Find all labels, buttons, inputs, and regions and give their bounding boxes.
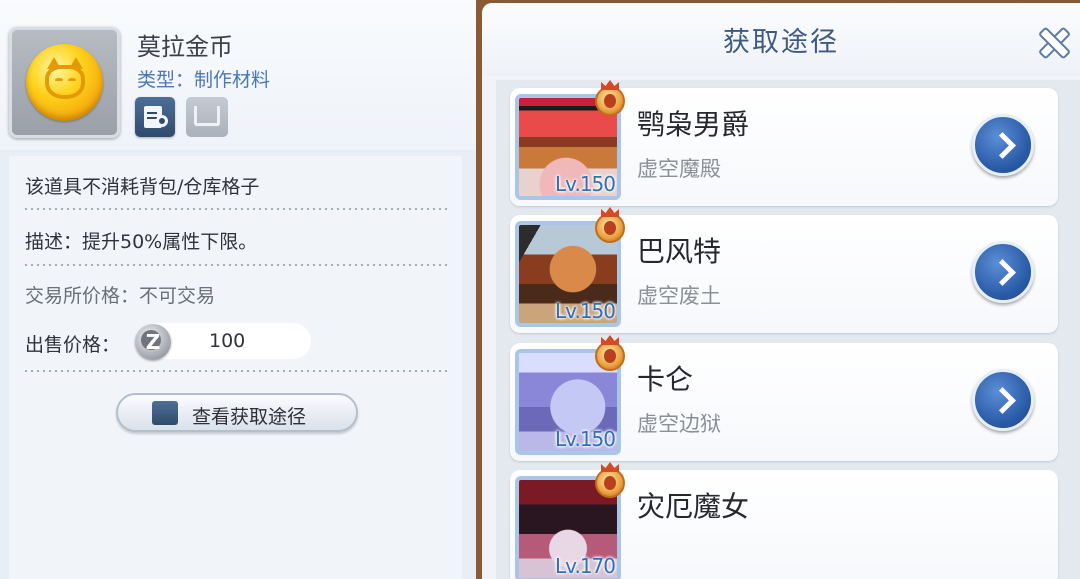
boss-name: 鹗枭男爵 bbox=[637, 108, 750, 141]
source-card: Lv.150 卡仑 虚空边狱 bbox=[510, 335, 1058, 461]
source-card: Lv.150 鹗枭男爵 虚空魔殿 bbox=[510, 80, 1058, 206]
boss-map: 虚空废土 bbox=[637, 284, 721, 308]
sell-price-value: 100 bbox=[209, 330, 246, 352]
divider bbox=[23, 370, 448, 372]
view-sources-button[interactable]: 查看获取途径 bbox=[116, 393, 358, 432]
boss-map: 虚空边狱 bbox=[637, 412, 721, 436]
bag-note: 该道具不消耗背包/仓库格子 bbox=[25, 176, 260, 198]
item-header: 莫拉金币 类型：制作材料 bbox=[0, 0, 476, 150]
level-label: Lv.150 bbox=[555, 427, 616, 451]
boss-name: 卡仑 bbox=[637, 363, 694, 396]
view-sources-label: 查看获取途径 bbox=[192, 406, 307, 428]
go-arrow-button[interactable] bbox=[972, 114, 1034, 176]
level-label: Lv.150 bbox=[555, 172, 616, 196]
boss-name: 灾厄魔女 bbox=[637, 490, 750, 523]
source-card: Lv.170 灾厄魔女 bbox=[510, 462, 1058, 579]
boss-name: 巴风特 bbox=[637, 235, 722, 268]
gold-coin-icon bbox=[26, 44, 103, 121]
item-description: 描述：提升50%属性下限。 bbox=[25, 231, 258, 253]
item-icon-frame bbox=[9, 27, 120, 138]
divider bbox=[23, 264, 448, 266]
item-info-icon[interactable] bbox=[135, 97, 175, 137]
go-arrow-button[interactable] bbox=[972, 241, 1034, 303]
dialog-title: 获取途径 bbox=[723, 27, 839, 58]
sell-price-label: 出售价格： bbox=[25, 334, 121, 356]
item-detail-panel: 莫拉金币 类型：制作材料 该道具不消耗背包/仓库格子 描述：提升50%属性下限。… bbox=[0, 0, 476, 579]
zeny-coin-icon: Z bbox=[135, 324, 171, 360]
boss-crown-badge bbox=[593, 207, 627, 247]
go-arrow-button[interactable] bbox=[972, 369, 1034, 431]
storage-tray-icon[interactable] bbox=[186, 97, 228, 137]
trade-status: 交易所价格：不可交易 bbox=[25, 285, 216, 307]
item-type: 类型：制作材料 bbox=[137, 69, 271, 91]
dialog-title-bar: 获取途径 bbox=[482, 3, 1080, 76]
boss-map: 虚空魔殿 bbox=[637, 157, 721, 181]
source-list[interactable]: Lv.150 鹗枭男爵 虚空魔殿 Lv.150 巴风特 虚空废土 Lv.150 bbox=[496, 80, 1080, 579]
level-label: Lv.170 bbox=[555, 554, 616, 578]
divider bbox=[23, 208, 448, 210]
item-info-icon bbox=[152, 401, 178, 425]
item-name: 莫拉金币 bbox=[137, 33, 233, 61]
cat-face-emblem bbox=[45, 57, 85, 99]
sources-dialog: 获取途径 Lv.150 鹗枭男爵 虚空魔殿 Lv.150 巴风特 虚空废土 Lv… bbox=[482, 3, 1080, 579]
boss-crown-badge bbox=[593, 462, 627, 502]
level-label: Lv.150 bbox=[555, 299, 616, 323]
source-card: Lv.150 巴风特 虚空废土 bbox=[510, 207, 1058, 333]
boss-crown-badge bbox=[593, 335, 627, 375]
boss-crown-badge bbox=[593, 80, 627, 120]
item-info-box: 该道具不消耗背包/仓库格子 描述：提升50%属性下限。 交易所价格：不可交易 出… bbox=[9, 156, 462, 579]
close-icon[interactable] bbox=[1037, 26, 1067, 56]
